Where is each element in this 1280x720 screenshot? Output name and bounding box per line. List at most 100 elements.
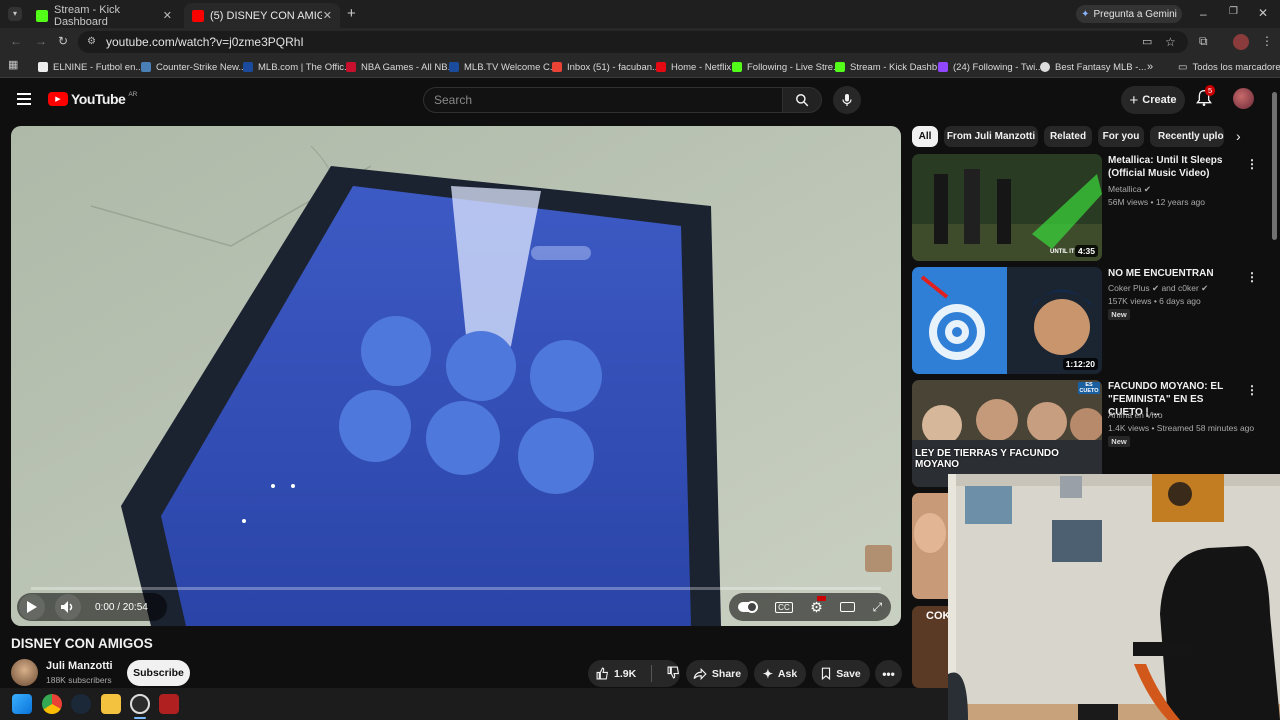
subscribe-button[interactable]: Subscribe bbox=[127, 660, 190, 686]
bookmark-kick-dashboard[interactable]: Stream - Kick Dashb... bbox=[835, 59, 945, 75]
minimize-icon[interactable]: – bbox=[1200, 8, 1207, 20]
bookmark-label: NBA Games - All NB... bbox=[361, 61, 456, 73]
recommendation-item[interactable]: 1:12:20 NO ME ENCUENTRAN Coker Plus ✔ an… bbox=[912, 267, 1272, 375]
url-text: youtube.com/watch?v=j0zme3PQRhI bbox=[106, 35, 304, 49]
tab-youtube[interactable]: (5) DISNEY CON AMIGOS - You ✕ bbox=[184, 3, 340, 28]
chip-from-channel[interactable]: From Juli Manzotti bbox=[944, 126, 1038, 147]
new-tab-button[interactable]: + bbox=[347, 5, 356, 22]
gemini-label: Pregunta a Gemini bbox=[1093, 8, 1177, 20]
subtitles-icon[interactable]: CC bbox=[775, 601, 793, 613]
chrome-icon[interactable] bbox=[42, 694, 62, 714]
video-player[interactable]: 0:00 / 20:54 CC ⚙ ⤢ bbox=[11, 126, 901, 626]
notifications-button[interactable]: 5 bbox=[1196, 85, 1216, 109]
youtube-logo[interactable]: ▶ YouTube AR bbox=[48, 91, 137, 107]
video-title[interactable]: Metallica: Until It Sleeps (Official Mus… bbox=[1108, 154, 1236, 180]
share-button[interactable]: Share bbox=[686, 660, 748, 687]
profile-avatar[interactable] bbox=[1233, 34, 1249, 50]
close-tab-icon[interactable]: ✕ bbox=[323, 9, 332, 22]
thumbnail-image bbox=[912, 154, 1102, 261]
sparkle-icon: ✦ bbox=[762, 666, 773, 681]
bookmark-label: Counter-Strike New... bbox=[156, 61, 247, 73]
gemini-button[interactable]: ✦ Pregunta a Gemini bbox=[1076, 5, 1182, 23]
bookmark-gmail[interactable]: Inbox (51) - facuban... bbox=[552, 59, 660, 75]
search-input[interactable]: Search bbox=[423, 87, 783, 113]
create-button[interactable]: + Create bbox=[1121, 86, 1185, 114]
kick-icon bbox=[835, 62, 845, 72]
channel-name[interactable]: Coker Plus ✔ and c0ker ✔ bbox=[1108, 283, 1208, 294]
video-title[interactable]: NO ME ENCUENTRAN bbox=[1108, 267, 1236, 280]
autoplay-toggle[interactable] bbox=[737, 601, 758, 613]
bookmark-twitch[interactable]: (24) Following - Twi... bbox=[938, 59, 1043, 75]
bookmark-counter-strike[interactable]: Counter-Strike New... bbox=[141, 59, 246, 75]
settings-gear-icon[interactable]: ⚙ bbox=[810, 595, 827, 616]
obs-icon[interactable] bbox=[130, 694, 150, 714]
cast-icon[interactable]: ▭ bbox=[1142, 31, 1152, 53]
restore-icon[interactable]: ❐ bbox=[1229, 7, 1238, 17]
tab-search-icon[interactable]: ▾ bbox=[8, 7, 22, 21]
dislike-button[interactable] bbox=[667, 666, 680, 682]
bookmark-kick-following[interactable]: Following - Live Stre... bbox=[732, 59, 841, 75]
media-app-icon[interactable] bbox=[159, 694, 179, 714]
more-options-icon[interactable]: ⋮ bbox=[1246, 270, 1258, 284]
more-options-icon[interactable]: ⋮ bbox=[1246, 383, 1258, 397]
close-tab-icon[interactable]: ✕ bbox=[163, 9, 172, 22]
account-avatar[interactable] bbox=[1233, 88, 1254, 109]
browser-menu-icon[interactable]: ⋮ bbox=[1261, 35, 1273, 47]
video-thumbnail[interactable]: ES CUETO LEY DE TIERRAS Y FACUNDO MOYANO bbox=[912, 380, 1102, 487]
bookmarks-overflow-button[interactable]: » bbox=[1147, 59, 1153, 75]
bookmark-elnine[interactable]: ELNINE - Futbol en... bbox=[38, 59, 143, 75]
video-thumbnail[interactable]: 1:12:20 bbox=[912, 267, 1102, 374]
tab-kick-dashboard[interactable]: Stream - Kick Dashboard ✕ bbox=[28, 3, 180, 28]
steam-icon[interactable] bbox=[71, 694, 91, 714]
bookmark-star-icon[interactable]: ☆ bbox=[1165, 31, 1176, 53]
bookmark-fantasy-mlb[interactable]: Best Fantasy MLB -... bbox=[1040, 59, 1146, 75]
channel-name[interactable]: Anima en Vivo bbox=[1108, 410, 1163, 420]
bookmark-mlbtv[interactable]: MLB.TV Welcome C... bbox=[449, 59, 558, 75]
recommendation-thumbnail-partial[interactable]: COK bbox=[912, 606, 948, 688]
bookmark-mlb[interactable]: MLB.com | The Offic... bbox=[243, 59, 352, 75]
page-scrollbar[interactable] bbox=[1272, 92, 1277, 240]
reload-icon[interactable]: ↻ bbox=[58, 35, 68, 47]
voice-search-button[interactable] bbox=[833, 86, 861, 114]
extensions-icon[interactable]: ⧉ bbox=[1199, 35, 1208, 47]
channel-avatar[interactable] bbox=[11, 659, 38, 686]
recommendation-thumbnail-partial[interactable] bbox=[912, 493, 948, 599]
save-button[interactable]: Save bbox=[812, 660, 870, 687]
recommendation-item[interactable]: UNTIL IT 4:35 Metallica: Until It Sleeps… bbox=[912, 154, 1272, 262]
windows-start-icon[interactable] bbox=[12, 694, 32, 714]
bookmark-netflix[interactable]: Home - Netflix bbox=[656, 59, 731, 75]
more-actions-button[interactable]: ••• bbox=[875, 660, 902, 687]
channel-name-link[interactable]: Juli Manzotti bbox=[46, 660, 113, 672]
like-button[interactable]: 1.9K bbox=[596, 667, 636, 680]
video-thumbnail[interactable]: UNTIL IT 4:35 bbox=[912, 154, 1102, 261]
chip-related[interactable]: Related bbox=[1044, 126, 1092, 147]
forward-icon[interactable]: → bbox=[35, 35, 47, 47]
back-icon[interactable]: ← bbox=[10, 35, 22, 47]
microphone-icon bbox=[842, 94, 852, 106]
tab-title: Stream - Kick Dashboard bbox=[54, 3, 121, 28]
chip-all[interactable]: All bbox=[912, 126, 938, 147]
all-bookmarks-folder[interactable]: ▭ Todos los marcadores bbox=[1178, 59, 1280, 75]
close-window-icon[interactable]: ✕ bbox=[1258, 7, 1268, 19]
thumbnail-caption: LEY DE TIERRAS Y FACUNDO MOYANO bbox=[915, 448, 1059, 470]
chip-recently-uploaded[interactable]: Recently uploa bbox=[1150, 126, 1224, 147]
progress-bar[interactable] bbox=[31, 587, 881, 590]
kick-icon bbox=[36, 9, 48, 22]
channel-name[interactable]: Metallica ✔ bbox=[1108, 184, 1151, 195]
bookmark-nba[interactable]: NBA Games - All NB... bbox=[346, 59, 456, 75]
search-button[interactable] bbox=[782, 87, 822, 113]
play-button[interactable] bbox=[19, 594, 45, 620]
recommendation-item[interactable]: ES CUETO LEY DE TIERRAS Y FACUNDO MOYANO… bbox=[912, 380, 1272, 488]
site-info-icon[interactable]: ⚙ bbox=[87, 31, 96, 53]
theater-mode-icon[interactable] bbox=[840, 602, 856, 612]
file-explorer-icon[interactable] bbox=[101, 694, 121, 714]
chips-next-chevron-icon[interactable]: › bbox=[1236, 128, 1241, 144]
volume-button[interactable] bbox=[55, 594, 81, 620]
chip-for-you[interactable]: For you bbox=[1098, 126, 1144, 147]
menu-hamburger-icon[interactable] bbox=[17, 93, 31, 105]
apps-grid-icon[interactable]: ▦ bbox=[8, 60, 18, 71]
ask-button[interactable]: ✦ Ask bbox=[754, 660, 806, 687]
url-bar[interactable]: ⚙ youtube.com/watch?v=j0zme3PQRhI ▭ ☆ bbox=[78, 31, 1188, 53]
fullscreen-icon[interactable]: ⤢ bbox=[873, 600, 883, 615]
more-options-icon[interactable]: ⋮ bbox=[1246, 157, 1258, 171]
